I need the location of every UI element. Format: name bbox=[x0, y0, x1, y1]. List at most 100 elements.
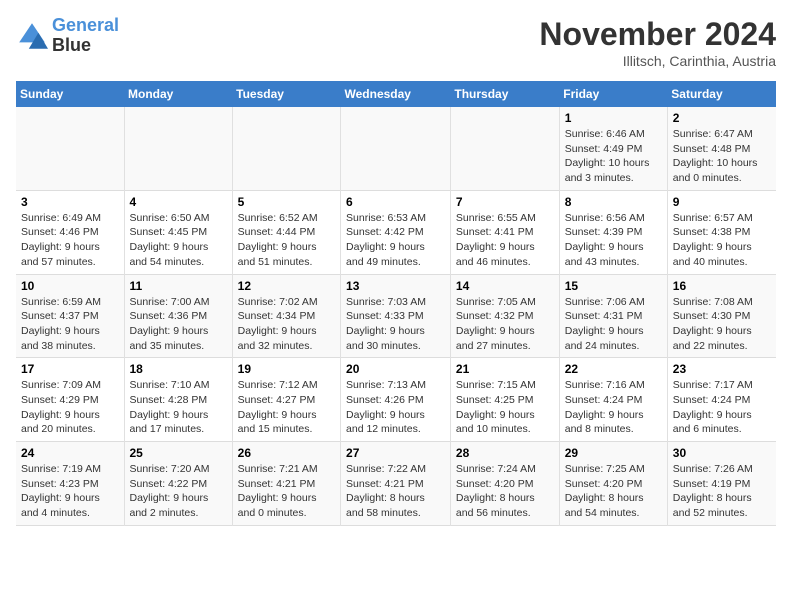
calendar-header-row: SundayMondayTuesdayWednesdayThursdayFrid… bbox=[16, 81, 776, 107]
day-number: 5 bbox=[238, 195, 335, 209]
day-info: Sunrise: 6:55 AM Sunset: 4:41 PM Dayligh… bbox=[456, 211, 554, 270]
day-info: Sunrise: 7:16 AM Sunset: 4:24 PM Dayligh… bbox=[565, 378, 662, 437]
calendar-cell: 2 Sunrise: 6:47 AM Sunset: 4:48 PM Daylig… bbox=[667, 107, 776, 190]
day-number: 23 bbox=[673, 362, 771, 376]
calendar-cell: 25 Sunrise: 7:20 AM Sunset: 4:22 PM Dayli… bbox=[124, 442, 232, 526]
day-number: 30 bbox=[673, 446, 771, 460]
day-info: Sunrise: 6:47 AM Sunset: 4:48 PM Dayligh… bbox=[673, 127, 771, 186]
day-info: Sunrise: 7:09 AM Sunset: 4:29 PM Dayligh… bbox=[21, 378, 119, 437]
calendar-cell: 15 Sunrise: 7:06 AM Sunset: 4:31 PM Dayli… bbox=[559, 274, 667, 358]
day-number: 21 bbox=[456, 362, 554, 376]
day-number: 20 bbox=[346, 362, 445, 376]
calendar-cell: 10 Sunrise: 6:59 AM Sunset: 4:37 PM Dayli… bbox=[16, 274, 124, 358]
calendar-cell: 7 Sunrise: 6:55 AM Sunset: 4:41 PM Daylig… bbox=[450, 190, 559, 274]
calendar-cell: 29 Sunrise: 7:25 AM Sunset: 4:20 PM Dayli… bbox=[559, 442, 667, 526]
calendar-cell: 3 Sunrise: 6:49 AM Sunset: 4:46 PM Daylig… bbox=[16, 190, 124, 274]
calendar-cell: 23 Sunrise: 7:17 AM Sunset: 4:24 PM Dayli… bbox=[667, 358, 776, 442]
calendar-week-4: 17 Sunrise: 7:09 AM Sunset: 4:29 PM Dayli… bbox=[16, 358, 776, 442]
calendar-cell: 24Sunrise: 7:19 AM Sunset: 4:23 PM Dayli… bbox=[16, 442, 124, 526]
day-info: Sunrise: 7:06 AM Sunset: 4:31 PM Dayligh… bbox=[565, 295, 662, 354]
calendar-cell: 26 Sunrise: 7:21 AM Sunset: 4:21 PM Dayli… bbox=[232, 442, 340, 526]
calendar-cell bbox=[450, 107, 559, 190]
day-info: Sunrise: 7:12 AM Sunset: 4:27 PM Dayligh… bbox=[238, 378, 335, 437]
day-number: 19 bbox=[238, 362, 335, 376]
calendar-cell: 8Sunrise: 6:56 AM Sunset: 4:39 PM Daylig… bbox=[559, 190, 667, 274]
calendar-table: SundayMondayTuesdayWednesdayThursdayFrid… bbox=[16, 81, 776, 526]
location-subtitle: Illitsch, Carinthia, Austria bbox=[539, 53, 776, 69]
calendar-cell: 22Sunrise: 7:16 AM Sunset: 4:24 PM Dayli… bbox=[559, 358, 667, 442]
day-info: Sunrise: 7:08 AM Sunset: 4:30 PM Dayligh… bbox=[673, 295, 771, 354]
day-info: Sunrise: 6:53 AM Sunset: 4:42 PM Dayligh… bbox=[346, 211, 445, 270]
header-wednesday: Wednesday bbox=[341, 81, 451, 107]
day-number: 26 bbox=[238, 446, 335, 460]
calendar-cell: 28 Sunrise: 7:24 AM Sunset: 4:20 PM Dayli… bbox=[450, 442, 559, 526]
calendar-cell: 14 Sunrise: 7:05 AM Sunset: 4:32 PM Dayli… bbox=[450, 274, 559, 358]
calendar-cell: 13 Sunrise: 7:03 AM Sunset: 4:33 PM Dayli… bbox=[341, 274, 451, 358]
day-info: Sunrise: 7:26 AM Sunset: 4:19 PM Dayligh… bbox=[673, 462, 771, 521]
day-info: Sunrise: 7:03 AM Sunset: 4:33 PM Dayligh… bbox=[346, 295, 445, 354]
logo: General Blue bbox=[16, 16, 119, 56]
day-info: Sunrise: 6:46 AM Sunset: 4:49 PM Dayligh… bbox=[565, 127, 662, 186]
day-number: 15 bbox=[565, 279, 662, 293]
day-number: 3 bbox=[21, 195, 119, 209]
day-number: 10 bbox=[21, 279, 119, 293]
calendar-cell: 30 Sunrise: 7:26 AM Sunset: 4:19 PM Dayli… bbox=[667, 442, 776, 526]
day-number: 7 bbox=[456, 195, 554, 209]
calendar-cell: 21 Sunrise: 7:15 AM Sunset: 4:25 PM Dayli… bbox=[450, 358, 559, 442]
logo-text: General Blue bbox=[52, 16, 119, 56]
day-number: 25 bbox=[130, 446, 227, 460]
day-number: 14 bbox=[456, 279, 554, 293]
day-info: Sunrise: 7:20 AM Sunset: 4:22 PM Dayligh… bbox=[130, 462, 227, 521]
day-number: 28 bbox=[456, 446, 554, 460]
day-info: Sunrise: 7:24 AM Sunset: 4:20 PM Dayligh… bbox=[456, 462, 554, 521]
calendar-cell bbox=[16, 107, 124, 190]
day-number: 17 bbox=[21, 362, 119, 376]
calendar-cell: 11 Sunrise: 7:00 AM Sunset: 4:36 PM Dayli… bbox=[124, 274, 232, 358]
day-number: 12 bbox=[238, 279, 335, 293]
day-info: Sunrise: 7:10 AM Sunset: 4:28 PM Dayligh… bbox=[130, 378, 227, 437]
day-info: Sunrise: 7:17 AM Sunset: 4:24 PM Dayligh… bbox=[673, 378, 771, 437]
calendar-cell: 9Sunrise: 6:57 AM Sunset: 4:38 PM Daylig… bbox=[667, 190, 776, 274]
day-number: 9 bbox=[673, 195, 771, 209]
day-info: Sunrise: 7:25 AM Sunset: 4:20 PM Dayligh… bbox=[565, 462, 662, 521]
month-title: November 2024 bbox=[539, 16, 776, 53]
day-number: 16 bbox=[673, 279, 771, 293]
calendar-cell: 17 Sunrise: 7:09 AM Sunset: 4:29 PM Dayli… bbox=[16, 358, 124, 442]
calendar-cell bbox=[124, 107, 232, 190]
calendar-cell bbox=[232, 107, 340, 190]
day-number: 4 bbox=[130, 195, 227, 209]
day-info: Sunrise: 6:52 AM Sunset: 4:44 PM Dayligh… bbox=[238, 211, 335, 270]
day-number: 11 bbox=[130, 279, 227, 293]
page-header: General Blue November 2024 Illitsch, Car… bbox=[16, 16, 776, 69]
day-info: Sunrise: 7:21 AM Sunset: 4:21 PM Dayligh… bbox=[238, 462, 335, 521]
header-friday: Friday bbox=[559, 81, 667, 107]
day-number: 1 bbox=[565, 111, 662, 125]
calendar-cell: 5 Sunrise: 6:52 AM Sunset: 4:44 PM Daylig… bbox=[232, 190, 340, 274]
day-info: Sunrise: 7:15 AM Sunset: 4:25 PM Dayligh… bbox=[456, 378, 554, 437]
calendar-week-3: 10 Sunrise: 6:59 AM Sunset: 4:37 PM Dayli… bbox=[16, 274, 776, 358]
day-info: Sunrise: 7:13 AM Sunset: 4:26 PM Dayligh… bbox=[346, 378, 445, 437]
day-info: Sunrise: 7:00 AM Sunset: 4:36 PM Dayligh… bbox=[130, 295, 227, 354]
calendar-week-5: 24Sunrise: 7:19 AM Sunset: 4:23 PM Dayli… bbox=[16, 442, 776, 526]
calendar-week-1: 1 Sunrise: 6:46 AM Sunset: 4:49 PM Daylig… bbox=[16, 107, 776, 190]
day-number: 6 bbox=[346, 195, 445, 209]
title-area: November 2024 Illitsch, Carinthia, Austr… bbox=[539, 16, 776, 69]
calendar-cell: 12Sunrise: 7:02 AM Sunset: 4:34 PM Dayli… bbox=[232, 274, 340, 358]
day-number: 29 bbox=[565, 446, 662, 460]
calendar-cell bbox=[341, 107, 451, 190]
day-info: Sunrise: 7:05 AM Sunset: 4:32 PM Dayligh… bbox=[456, 295, 554, 354]
calendar-cell: 1 Sunrise: 6:46 AM Sunset: 4:49 PM Daylig… bbox=[559, 107, 667, 190]
calendar-cell: 18Sunrise: 7:10 AM Sunset: 4:28 PM Dayli… bbox=[124, 358, 232, 442]
day-number: 27 bbox=[346, 446, 445, 460]
day-info: Sunrise: 7:19 AM Sunset: 4:23 PM Dayligh… bbox=[21, 462, 119, 521]
header-thursday: Thursday bbox=[450, 81, 559, 107]
day-info: Sunrise: 7:22 AM Sunset: 4:21 PM Dayligh… bbox=[346, 462, 445, 521]
calendar-cell: 4Sunrise: 6:50 AM Sunset: 4:45 PM Daylig… bbox=[124, 190, 232, 274]
day-info: Sunrise: 6:59 AM Sunset: 4:37 PM Dayligh… bbox=[21, 295, 119, 354]
logo-icon bbox=[16, 20, 48, 52]
day-number: 13 bbox=[346, 279, 445, 293]
day-info: Sunrise: 6:49 AM Sunset: 4:46 PM Dayligh… bbox=[21, 211, 119, 270]
day-number: 2 bbox=[673, 111, 771, 125]
header-monday: Monday bbox=[124, 81, 232, 107]
calendar-cell: 27 Sunrise: 7:22 AM Sunset: 4:21 PM Dayli… bbox=[341, 442, 451, 526]
